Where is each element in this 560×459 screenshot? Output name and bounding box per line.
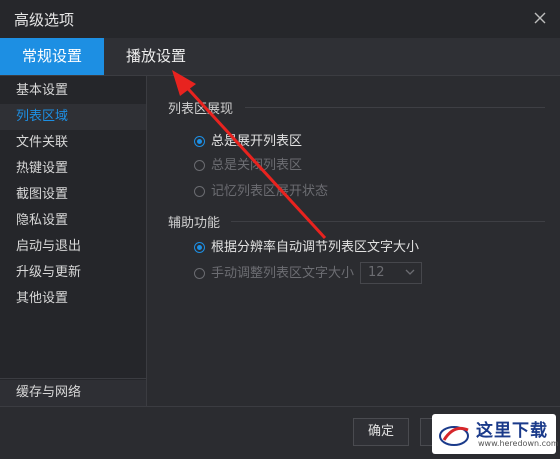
tab-general-settings[interactable]: 常规设置 xyxy=(0,38,104,75)
radio-label: 总是展开列表区 xyxy=(211,134,303,149)
watermark-url: www.heredown.com xyxy=(478,439,559,448)
title-bar: 高级选项 xyxy=(0,0,560,38)
radio-label: 手动调整列表区文字大小 xyxy=(211,266,355,281)
radio-selected-icon xyxy=(194,136,205,147)
sidebar-item-basic[interactable]: 基本设置 xyxy=(0,78,146,104)
radio-selected-icon xyxy=(194,242,205,253)
sidebar-divider xyxy=(0,378,146,379)
sidebar-item-startup-exit[interactable]: 启动与退出 xyxy=(0,234,146,260)
sidebar-item-upgrade[interactable]: 升级与更新 xyxy=(0,260,146,286)
section-divider xyxy=(245,107,545,108)
sidebar-item-list-area[interactable]: 列表区域 xyxy=(0,104,146,130)
sidebar-item-hotkeys[interactable]: 热键设置 xyxy=(0,156,146,182)
radio-label: 记忆列表区展开状态 xyxy=(211,184,329,199)
section-title-assist: 辅助功能 xyxy=(168,216,221,231)
radio-unselected-icon xyxy=(194,186,205,197)
font-size-select[interactable]: 12 xyxy=(360,262,422,284)
settings-panel: 列表区展现 总是展开列表区 总是关闭列表区 记忆列表区展开状态 辅助功能 根据分… xyxy=(147,76,560,406)
window-title: 高级选项 xyxy=(14,11,75,29)
section-title-list-display: 列表区展现 xyxy=(168,102,234,117)
chevron-down-icon xyxy=(405,269,415,275)
sidebar-item-other[interactable]: 其他设置 xyxy=(0,286,146,312)
sidebar-item-cache-network[interactable]: 缓存与网络 xyxy=(0,380,146,406)
watermark-text: 这里下载 xyxy=(476,421,548,441)
section-divider xyxy=(231,221,545,222)
close-icon[interactable] xyxy=(530,8,550,28)
radio-unselected-icon xyxy=(194,268,205,279)
radio-label: 根据分辨率自动调节列表区文字大小 xyxy=(211,240,420,255)
radio-unselected-icon xyxy=(194,160,205,171)
radio-label: 总是关闭列表区 xyxy=(211,158,303,173)
sidebar: 基本设置 列表区域 文件关联 热键设置 截图设置 隐私设置 启动与退出 升级与更… xyxy=(0,76,147,406)
sidebar-item-privacy[interactable]: 隐私设置 xyxy=(0,208,146,234)
watermark-logo: 这里下载 www.heredown.com xyxy=(432,414,559,454)
tab-playback-settings[interactable]: 播放设置 xyxy=(106,38,206,75)
sidebar-item-screenshot[interactable]: 截图设置 xyxy=(0,182,146,208)
sidebar-item-file-association[interactable]: 文件关联 xyxy=(0,130,146,156)
watermark-emblem-icon xyxy=(439,426,469,446)
ok-button[interactable]: 确定 xyxy=(353,418,409,446)
font-size-value: 12 xyxy=(368,265,385,280)
tab-bar: 常规设置 播放设置 xyxy=(0,38,560,76)
